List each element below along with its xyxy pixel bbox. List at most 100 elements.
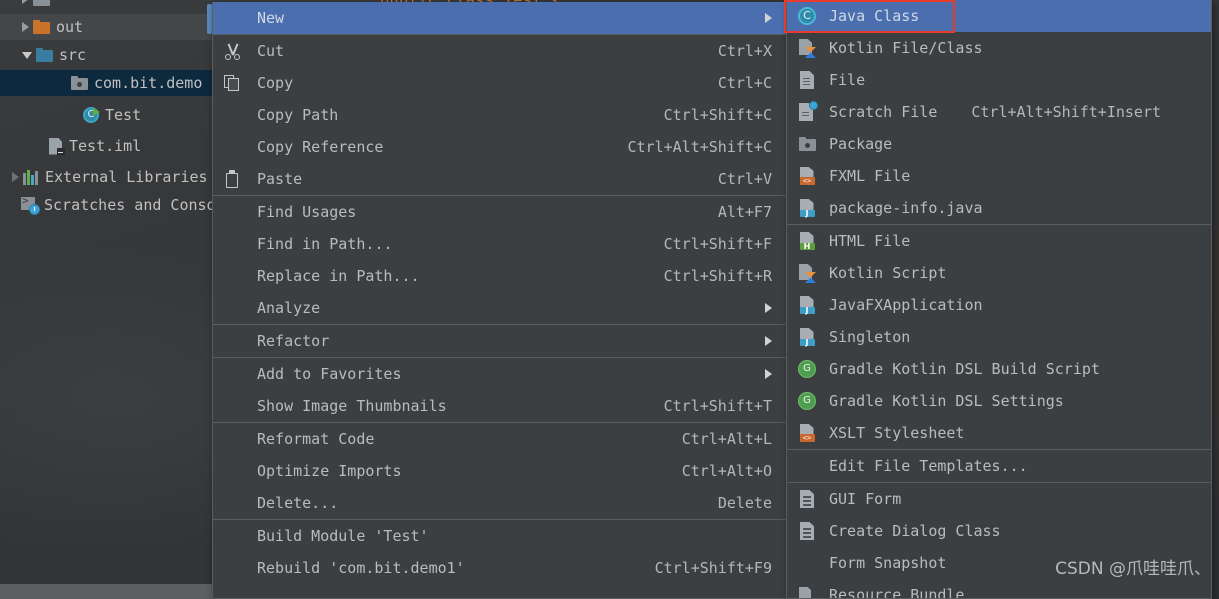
- menu-item-label: Paste: [257, 170, 303, 188]
- submenu-item-label: File: [829, 71, 866, 89]
- menu-item-shortcut: Ctrl+Shift+T: [663, 397, 772, 415]
- menu-item-analyze[interactable]: Analyze: [213, 292, 786, 324]
- submenu-item-icon-slot: [795, 101, 819, 122]
- submenu-item-gui-form[interactable]: GUI Form: [787, 483, 1211, 515]
- submenu-item-icon-slot: [795, 263, 819, 283]
- tree-item[interactable]: C Test: [0, 102, 212, 128]
- submenu-item-gradle-kotlin-dsl-settings[interactable]: G Gradle Kotlin DSL Settings: [787, 385, 1211, 417]
- menu-item-shortcut: Ctrl+V: [717, 170, 772, 188]
- context-menu[interactable]: New Cut Ctrl+X Copy Ctrl+C Copy Path Ctrl+Shif…: [212, 2, 787, 599]
- submenu-item-label: Resource Bundle: [829, 586, 965, 599]
- submenu-item-javafxapplication[interactable]: J JavaFXApplication: [787, 289, 1211, 321]
- submenu-arrow-icon: [765, 13, 772, 23]
- submenu-item-scratch-file[interactable]: Scratch File Ctrl+Alt+Shift+Insert: [787, 96, 1211, 128]
- tree-item-label: com.bit.demo: [94, 74, 203, 92]
- menu-item-paste[interactable]: Paste Ctrl+V: [213, 163, 786, 195]
- project-tree-panel[interactable]: out src com.bit.demo C Test Test.iml External …: [0, 0, 212, 568]
- submenu-item-fxml-file[interactable]: <> FXML File: [787, 160, 1211, 192]
- chevron-right-icon[interactable]: [12, 172, 19, 182]
- menu-item-shortcut: Ctrl+Shift+C: [663, 106, 772, 124]
- tree-item[interactable]: Test.iml: [0, 133, 212, 159]
- menu-item-label: Delete...: [257, 494, 339, 512]
- menu-item-show-image-thumbnails[interactable]: Show Image Thumbnails Ctrl+Shift+T: [213, 390, 786, 422]
- tree-item-label: src: [59, 46, 87, 64]
- submenu-item-kotlin-script[interactable]: Kotlin Script: [787, 257, 1211, 289]
- submenu-item-icon-slot: J: [795, 295, 819, 315]
- submenu-item-icon-slot: [795, 553, 819, 573]
- submenu-item-icon-slot: H: [795, 231, 819, 251]
- menu-item-find-in-path[interactable]: Find in Path... Ctrl+Shift+F: [213, 228, 786, 260]
- menu-item-find-usages[interactable]: Find Usages Alt+F7: [213, 196, 786, 228]
- submenu-item-icon-slot: J: [795, 198, 819, 218]
- package-icon: [71, 76, 88, 90]
- submenu-item-label: FXML File: [829, 167, 911, 185]
- submenu-item-package[interactable]: Package: [787, 128, 1211, 160]
- submenu-item-form-snapshot[interactable]: Form Snapshot: [787, 547, 1211, 579]
- gradle-icon: G: [798, 392, 816, 410]
- menu-item-delete[interactable]: Delete... Delete: [213, 487, 786, 519]
- tree-item[interactable]: Scratches and Consoles: [0, 192, 212, 218]
- submenu-item-create-dialog-class[interactable]: Create Dialog Class: [787, 515, 1211, 547]
- tree-item[interactable]: out: [0, 14, 212, 40]
- menu-item-new[interactable]: New: [213, 2, 786, 34]
- submenu-item-kotlin-file-class[interactable]: Kotlin File/Class: [787, 32, 1211, 64]
- tree-item[interactable]: src: [0, 42, 212, 68]
- submenu-item-label: HTML File: [829, 232, 911, 250]
- menu-item-label: Add to Favorites: [257, 365, 402, 383]
- menu-item-reformat-code[interactable]: Reformat Code Ctrl+Alt+L: [213, 423, 786, 455]
- resource-bundle-icon: [799, 586, 815, 598]
- chevron-down-icon[interactable]: [22, 51, 32, 59]
- menu-item-shortcut: Ctrl+Alt+O: [681, 462, 772, 480]
- menu-item-copy-reference[interactable]: Copy Reference Ctrl+Alt+Shift+C: [213, 131, 786, 163]
- chevron-right-icon[interactable]: [22, 22, 29, 32]
- menu-item-add-to-favorites[interactable]: Add to Favorites: [213, 358, 786, 390]
- java-doc-icon: J: [799, 199, 815, 218]
- gui-form-icon: [800, 522, 814, 540]
- submenu-item-icon-slot: [795, 38, 819, 58]
- submenu-item-label: Form Snapshot: [829, 554, 947, 572]
- folder-gray-icon: [33, 0, 50, 6]
- chevron-right-icon[interactable]: [22, 0, 29, 4]
- menu-item-rebuild-com-bit-demo1[interactable]: Rebuild 'com.bit.demo1' Ctrl+Shift+F9: [213, 552, 786, 584]
- submenu-item-resource-bundle[interactable]: Resource Bundle: [787, 579, 1211, 599]
- tree-item[interactable]: [0, 0, 212, 12]
- menu-item-build-module-test[interactable]: Build Module 'Test': [213, 520, 786, 552]
- menu-item-refactor[interactable]: Refactor: [213, 325, 786, 357]
- gui-form-icon: [800, 490, 814, 508]
- tree-item[interactable]: com.bit.demo: [0, 70, 212, 96]
- submenu-item-java-class[interactable]: C Java Class: [787, 0, 1211, 32]
- submenu-item-file[interactable]: File: [787, 64, 1211, 96]
- submenu-item-label: Create Dialog Class: [829, 522, 1001, 540]
- paste-icon: [225, 169, 240, 188]
- submenu-item-xslt-stylesheet[interactable]: <> XSLT Stylesheet: [787, 417, 1211, 449]
- gradle-icon: G: [798, 360, 816, 378]
- menu-item-label: Reformat Code: [257, 430, 375, 448]
- menu-item-optimize-imports[interactable]: Optimize Imports Ctrl+Alt+O: [213, 455, 786, 487]
- menu-item-copy[interactable]: Copy Ctrl+C: [213, 67, 786, 99]
- menu-item-label: Show Image Thumbnails: [257, 397, 447, 415]
- submenu-item-singleton[interactable]: J Singleton: [787, 321, 1211, 353]
- submenu-item-shortcut: Ctrl+Alt+Shift+Insert: [971, 103, 1162, 121]
- menu-item-shortcut: Ctrl+C: [717, 74, 772, 92]
- scratches-icon: [21, 194, 40, 215]
- menu-item-copy-path[interactable]: Copy Path Ctrl+Shift+C: [213, 99, 786, 131]
- submenu-item-html-file[interactable]: H HTML File: [787, 225, 1211, 257]
- submenu-item-icon-slot: [795, 521, 819, 541]
- menu-item-shortcut: Ctrl+X: [717, 42, 772, 60]
- menu-item-replace-in-path[interactable]: Replace in Path... Ctrl+Shift+R: [213, 260, 786, 292]
- submenu-item-package-info-java[interactable]: Jpackage-info.java: [787, 192, 1211, 224]
- submenu-item-gradle-kotlin-dsl-build-script[interactable]: G Gradle Kotlin DSL Build Script: [787, 353, 1211, 385]
- scratch-file-icon: [799, 101, 818, 121]
- submenu-item-edit-file-templates[interactable]: Edit File Templates...: [787, 450, 1211, 482]
- menu-item-shortcut: Ctrl+Shift+F: [663, 235, 772, 253]
- new-submenu[interactable]: C Java Class Kotlin File/Class File Scratch …: [786, 0, 1212, 599]
- tree-item[interactable]: External Libraries: [0, 164, 212, 190]
- menu-item-cut[interactable]: Cut Ctrl+X: [213, 35, 786, 67]
- submenu-item-label: Edit File Templates...: [829, 457, 1028, 475]
- submenu-item-label: Scratch File: [829, 103, 938, 121]
- tree-item-label: External Libraries: [45, 168, 208, 186]
- menu-item-label: Analyze: [257, 299, 321, 317]
- submenu-item-icon-slot: [795, 489, 819, 509]
